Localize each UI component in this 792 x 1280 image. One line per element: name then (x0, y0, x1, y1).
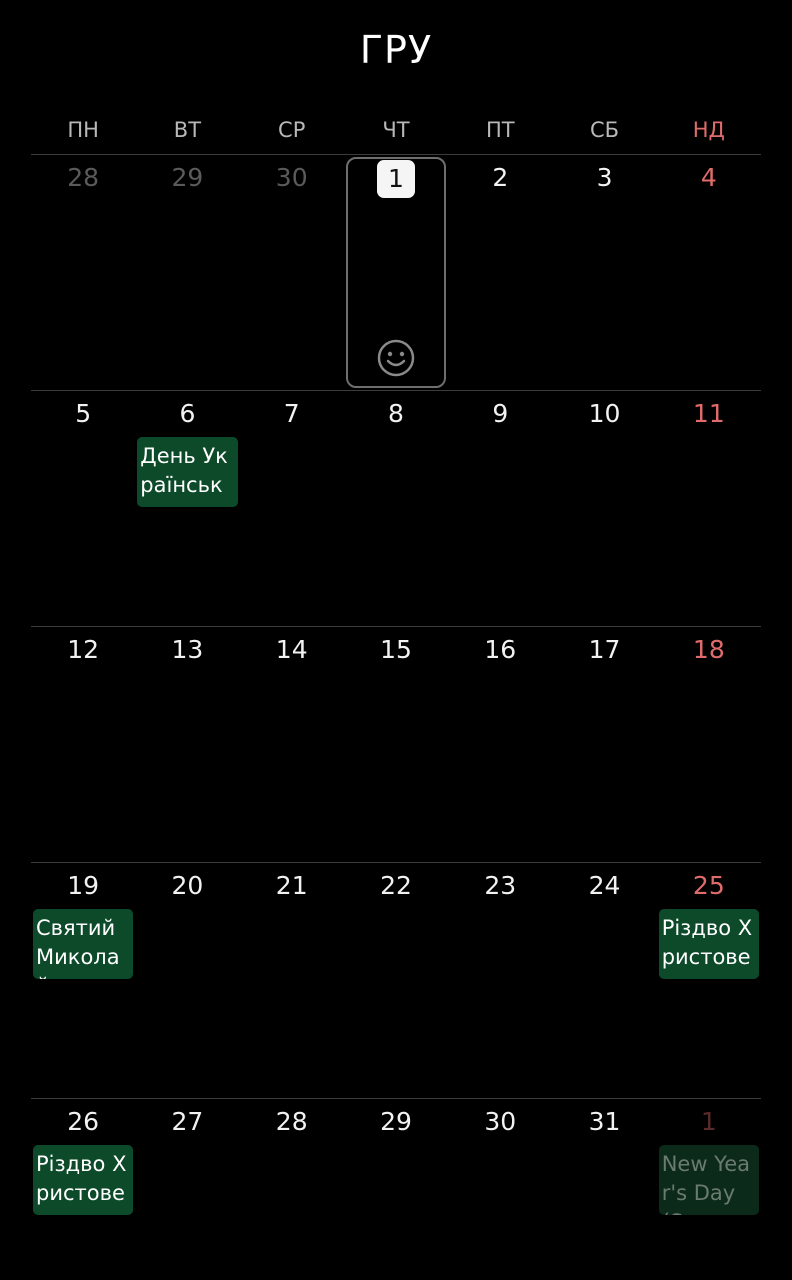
day-number: 27 (171, 1107, 204, 1136)
weekday-label: СБ (590, 118, 620, 142)
event-chip[interactable]: Різдво Христове (658, 909, 759, 979)
day-cell[interactable]: 31 (552, 1099, 656, 1274)
day-number: 17 (588, 635, 621, 664)
day-cell[interactable]: 30 (240, 155, 344, 390)
day-number: 14 (275, 635, 308, 664)
day-number: 15 (380, 635, 412, 664)
day-number: 18 (692, 635, 725, 664)
day-cell[interactable]: 26 Різдво Христове (31, 1099, 135, 1274)
day-cell[interactable]: 14 (240, 627, 344, 862)
day-cell[interactable]: 25 Різдво Христове (657, 863, 761, 1098)
weekday-label: ПТ (485, 118, 515, 142)
weekday-header: ПН ВТ СР ЧТ ПТ СБ НД (31, 116, 761, 144)
day-cell[interactable]: 4 (657, 155, 761, 390)
day-cell[interactable]: 30 (448, 1099, 552, 1274)
day-number: 9 (492, 399, 509, 428)
day-cell[interactable]: 11 (657, 391, 761, 626)
week-row: 28 29 30 1 2 3 4 (31, 154, 761, 390)
day-cell[interactable]: 28 (240, 1099, 344, 1274)
day-cell[interactable]: 24 (552, 863, 656, 1098)
day-number: 10 (588, 399, 621, 428)
day-cell-today[interactable]: 1 (344, 155, 448, 390)
smiley-icon (376, 338, 416, 378)
day-cell[interactable]: 13 (135, 627, 239, 862)
week-row: 12 13 14 15 16 17 18 (31, 626, 761, 862)
day-cell[interactable]: 7 (240, 391, 344, 626)
day-number: 4 (700, 163, 717, 192)
weekday-label: ВТ (173, 118, 202, 142)
day-cell[interactable]: 29 (135, 155, 239, 390)
day-number: 11 (692, 399, 725, 428)
day-cell[interactable]: 20 (135, 863, 239, 1098)
day-number: 1 (700, 1107, 717, 1136)
day-cell[interactable]: 9 (448, 391, 552, 626)
day-number: 31 (588, 1107, 621, 1136)
day-number: 28 (67, 163, 100, 192)
day-number: 28 (275, 1107, 308, 1136)
day-cell[interactable]: 15 (344, 627, 448, 862)
day-number: 8 (388, 399, 404, 428)
event-chip[interactable]: Різдво Христове (33, 1145, 134, 1215)
day-cell[interactable]: 17 (552, 627, 656, 862)
month-grid: 282930123456День Українсько7891011121314… (31, 154, 761, 1274)
day-number: 22 (380, 871, 412, 900)
day-cell[interactable]: 18 (657, 627, 761, 862)
day-cell[interactable]: 29 (344, 1099, 448, 1274)
day-number: 5 (75, 399, 92, 428)
day-number: 7 (283, 399, 300, 428)
day-number: 23 (484, 871, 517, 900)
day-cell[interactable]: 28 (31, 155, 135, 390)
day-cell[interactable]: 21 (240, 863, 344, 1098)
day-cell[interactable]: 22 (344, 863, 448, 1098)
day-number: 3 (596, 163, 613, 192)
day-cell[interactable]: 27 (135, 1099, 239, 1274)
weekday-label: НД (692, 118, 725, 142)
day-cell[interactable]: 6 День Українсько (135, 391, 239, 626)
today-badge: 1 (376, 160, 415, 198)
day-number: 30 (484, 1107, 517, 1136)
day-number: 26 (67, 1107, 100, 1136)
event-chip[interactable]: Святий Миколай (33, 909, 134, 979)
day-number: 20 (171, 871, 204, 900)
day-number: 25 (692, 871, 725, 900)
day-number: 29 (380, 1107, 412, 1136)
weekday-label: ЧТ (382, 118, 410, 142)
day-cell[interactable]: 8 (344, 391, 448, 626)
day-number: 2 (492, 163, 509, 192)
calendar-screen: ГРУ ПН ВТ СР ЧТ ПТ СБ НД 28 29 30 1 2 3 4 5 6 День Укра… (0, 0, 792, 1280)
day-cell[interactable]: 5 (31, 391, 135, 626)
day-cell[interactable]: 16 (448, 627, 552, 862)
day-number: 30 (275, 163, 308, 192)
day-number: 24 (588, 871, 621, 900)
day-cell[interactable]: 19 Святий Миколай (31, 863, 135, 1098)
month-title[interactable]: ГРУ (0, 28, 792, 72)
day-cell[interactable]: 2 (448, 155, 552, 390)
week-row: 19 Святий Миколай 20 21 22 23 24 25 Різдво Христ… (31, 862, 761, 1098)
day-number: 16 (484, 635, 517, 664)
event-chip[interactable]: New Year's Day (S (658, 1145, 759, 1215)
day-number: 12 (67, 635, 100, 664)
event-chip[interactable]: День Українсько (137, 437, 238, 507)
day-number: 6 (179, 399, 196, 428)
day-cell[interactable]: 3 (552, 155, 656, 390)
day-number: 19 (67, 871, 100, 900)
week-row: 5 6 День Українсько 7 8 9 10 11 (31, 390, 761, 626)
day-number: 21 (275, 871, 308, 900)
day-cell[interactable]: 23 (448, 863, 552, 1098)
week-row: 26 Різдво Христове 27 28 29 30 31 1 New Year's D… (31, 1098, 761, 1274)
weekday-label: СР (278, 118, 306, 142)
day-cell[interactable]: 12 (31, 627, 135, 862)
day-number: 13 (171, 635, 204, 664)
day-cell[interactable]: 1 New Year's Day (S (657, 1099, 761, 1274)
day-cell[interactable]: 10 (552, 391, 656, 626)
day-number: 29 (171, 163, 204, 192)
weekday-label: ПН (67, 118, 99, 142)
